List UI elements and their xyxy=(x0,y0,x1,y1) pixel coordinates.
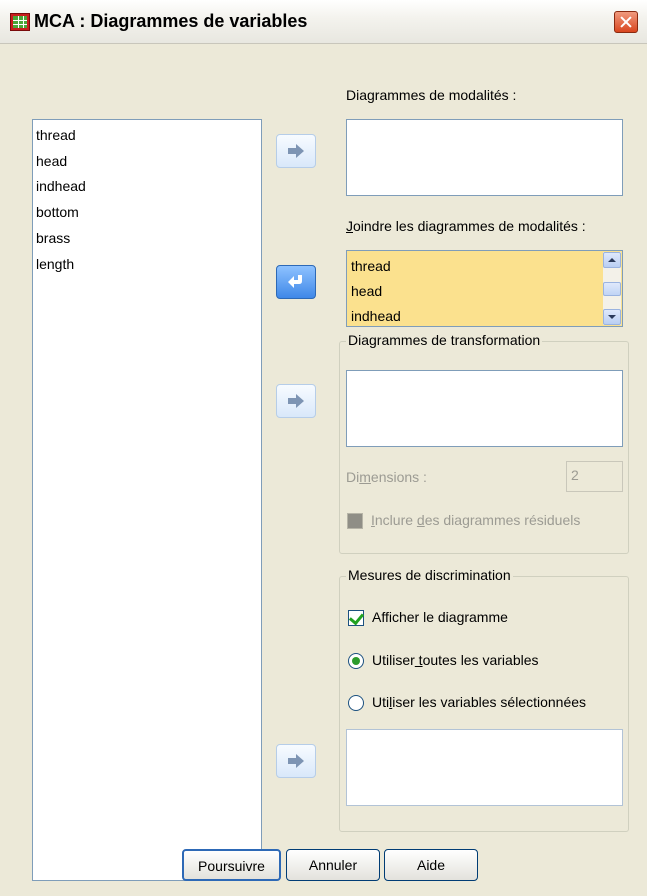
vertical-scrollbar[interactable] xyxy=(603,252,621,325)
label-rest: oindre les diagrammes de modalités : xyxy=(353,218,586,234)
transformation-plots-list[interactable] xyxy=(346,370,623,447)
label-part: outes les variables xyxy=(422,652,539,668)
display-plot-checkbox[interactable] xyxy=(348,610,364,626)
use-all-variables-label: Utiliser toutes les variables xyxy=(372,652,539,668)
include-residual-plots-checkbox[interactable] xyxy=(347,513,363,529)
label-part: Uti xyxy=(372,694,390,710)
scroll-thumb[interactable] xyxy=(603,282,621,296)
scroll-down-button[interactable] xyxy=(603,309,621,325)
up-arrow-icon xyxy=(608,258,616,262)
label-part: Utiliser xyxy=(372,652,415,668)
move-to-transformation-plots-button[interactable] xyxy=(276,384,316,418)
use-all-variables-radio[interactable] xyxy=(348,653,364,669)
cancel-button[interactable]: Annuler xyxy=(286,849,380,881)
dimensions-label: Dimensions : xyxy=(346,469,427,485)
group-legend: Mesures de discrimination xyxy=(346,567,513,583)
include-residual-plots-label: Inclure des diagrammes résiduels xyxy=(371,512,580,528)
joint-category-plots-list[interactable]: thread head indhead xyxy=(346,250,623,327)
continue-button[interactable]: Poursuivre xyxy=(182,849,281,881)
move-to-discrimination-list-button[interactable] xyxy=(276,744,316,778)
spss-grid-icon xyxy=(10,13,30,31)
label-part: nclure xyxy=(374,512,417,528)
dialog-window: MCA : Diagrammes de variables thread hea… xyxy=(0,0,647,896)
list-item[interactable]: indhead xyxy=(36,178,86,194)
category-plots-list[interactable] xyxy=(346,119,623,196)
mnemonic: d xyxy=(416,512,425,528)
mnemonic: t xyxy=(414,652,423,668)
mnemonic: J xyxy=(346,218,353,234)
down-arrow-icon xyxy=(608,315,616,319)
list-item[interactable]: thread xyxy=(351,258,391,274)
list-item[interactable]: brass xyxy=(36,230,70,246)
left-curved-arrow-icon xyxy=(288,275,302,288)
label-part: ensions : xyxy=(370,469,427,485)
list-item[interactable]: indhead xyxy=(351,308,401,324)
close-icon[interactable] xyxy=(614,11,638,33)
source-variable-list[interactable]: thread head indhead bottom brass length xyxy=(32,119,262,881)
display-plot-label: Afficher le diagramme xyxy=(372,609,508,625)
label-part: Di xyxy=(346,469,360,485)
move-to-category-plots-button[interactable] xyxy=(276,134,316,168)
use-selected-variables-radio[interactable] xyxy=(348,695,364,711)
list-item[interactable]: bottom xyxy=(36,204,79,220)
use-selected-variables-label: Utiliser les variables sélectionnées xyxy=(372,694,586,710)
category-plots-label: Diagrammes de modalités : xyxy=(346,87,517,103)
list-item[interactable]: head xyxy=(36,153,67,169)
list-item[interactable]: head xyxy=(351,283,382,299)
joint-category-plots-label: Joindre les diagrammes de modalités : xyxy=(346,218,586,234)
right-arrow-icon xyxy=(288,394,304,408)
mnemonic: m xyxy=(359,469,371,485)
help-button[interactable]: Aide xyxy=(384,849,478,881)
move-back-joint-plots-button[interactable] xyxy=(276,265,316,299)
list-item[interactable]: thread xyxy=(36,127,76,143)
list-item[interactable]: length xyxy=(36,256,74,272)
group-legend: Diagrammes de transformation xyxy=(346,332,543,348)
right-arrow-icon xyxy=(288,754,304,768)
label-part: es diagrammes résiduels xyxy=(424,512,581,528)
scroll-up-button[interactable] xyxy=(603,252,621,268)
window-title: MCA : Diagrammes de variables xyxy=(34,11,308,31)
label-part: iser les variables sélectionnées xyxy=(392,694,587,710)
right-arrow-icon xyxy=(288,144,304,158)
title-bar[interactable]: MCA : Diagrammes de variables xyxy=(0,0,647,44)
discrimination-variables-list[interactable] xyxy=(346,729,623,806)
dimensions-field[interactable]: 2 xyxy=(566,461,623,492)
